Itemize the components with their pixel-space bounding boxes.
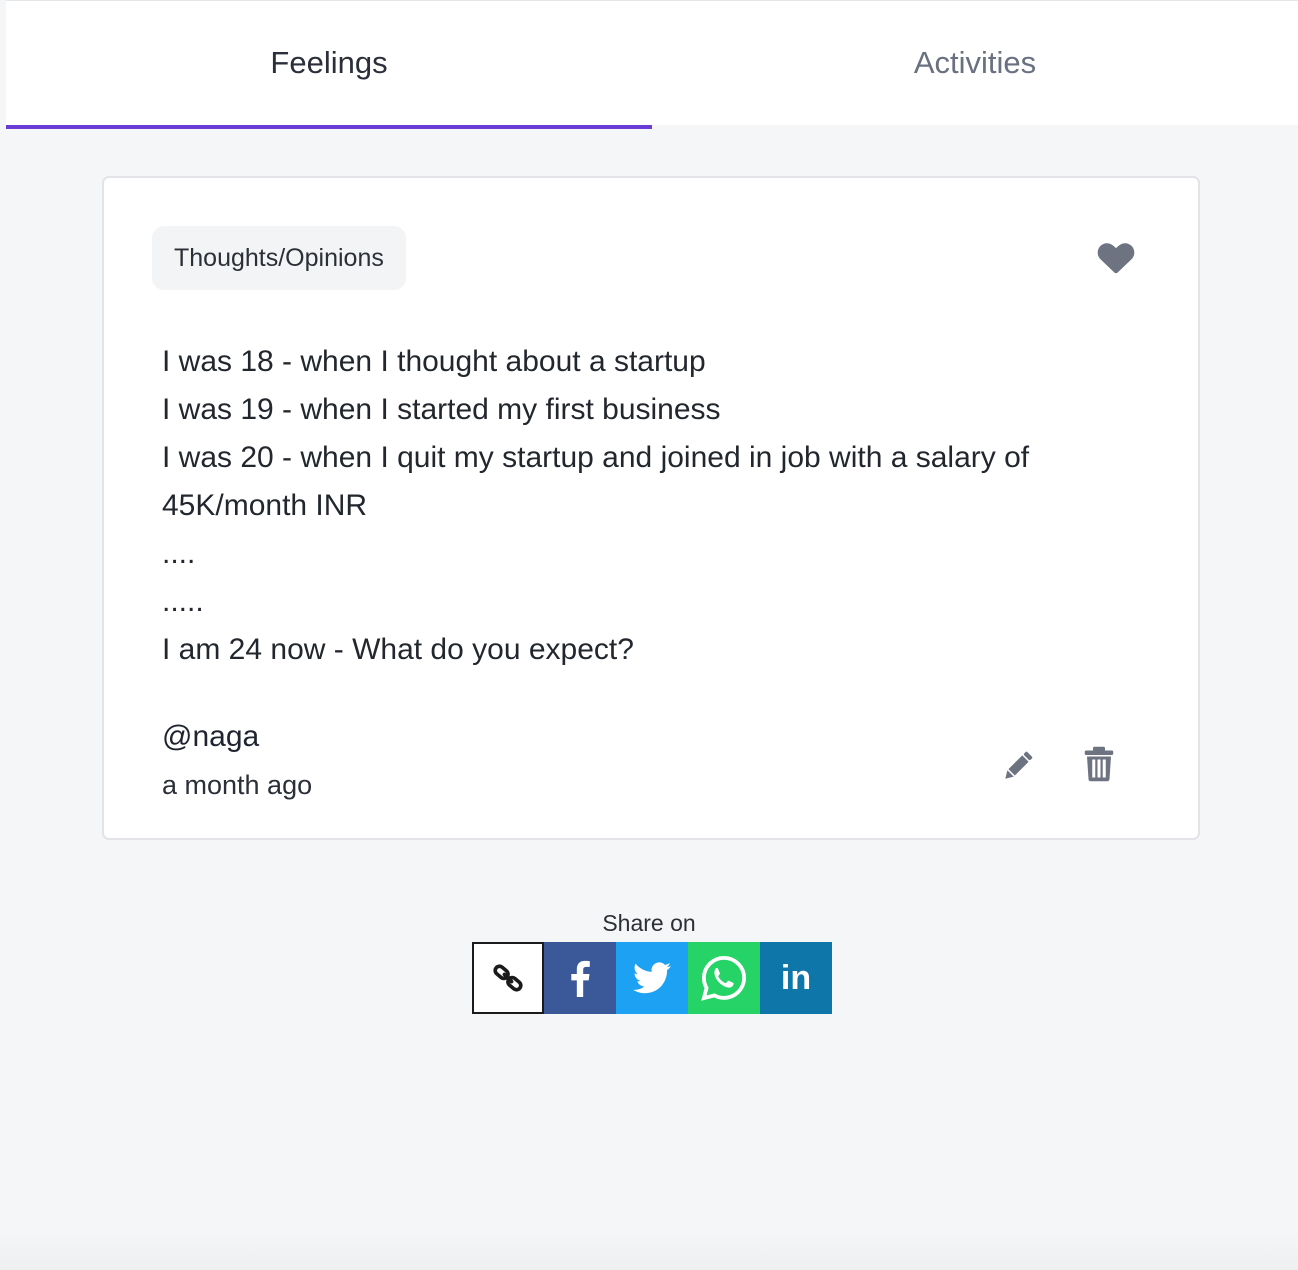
post-line: I was 18 - when I thought about a startu… bbox=[162, 345, 706, 378]
tab-bar: Feelings Activities bbox=[6, 0, 1298, 129]
post-line: I was 19 - when I started my first busin… bbox=[162, 393, 721, 426]
tab-feelings[interactable]: Feelings bbox=[6, 1, 652, 129]
twitter-icon bbox=[633, 962, 671, 994]
post-line: ..... bbox=[162, 585, 204, 618]
copy-link-button[interactable] bbox=[472, 942, 544, 1014]
twitter-share-button[interactable] bbox=[616, 942, 688, 1014]
share-buttons: in bbox=[472, 942, 832, 1014]
facebook-share-button[interactable] bbox=[544, 942, 616, 1014]
pencil-icon[interactable] bbox=[1000, 748, 1036, 784]
author-handle[interactable]: @naga bbox=[162, 720, 259, 754]
link-icon bbox=[493, 964, 523, 992]
trash-icon[interactable] bbox=[1084, 746, 1114, 782]
post-timestamp: a month ago bbox=[162, 770, 313, 800]
share-label: Share on bbox=[602, 910, 696, 936]
post-line: I was 20 - when I quit my startup and jo… bbox=[162, 441, 1030, 474]
post-content: I was 18 - when I thought about a startu… bbox=[162, 338, 1142, 674]
tab-activities[interactable]: Activities bbox=[652, 1, 1298, 125]
post-line: I am 24 now - What do you expect? bbox=[162, 633, 634, 666]
linkedin-icon: in bbox=[780, 958, 812, 997]
linkedin-share-button[interactable]: in bbox=[760, 942, 832, 1014]
post-card: Thoughts/Opinions I was 18 - when I thou… bbox=[102, 176, 1200, 840]
post-line: 45K/month INR bbox=[162, 489, 368, 522]
whatsapp-icon bbox=[701, 955, 747, 1001]
heart-icon[interactable] bbox=[1096, 238, 1136, 274]
post-line: .... bbox=[162, 537, 196, 570]
facebook-icon bbox=[571, 960, 590, 997]
whatsapp-share-button[interactable] bbox=[688, 942, 760, 1014]
category-tag: Thoughts/Opinions bbox=[152, 226, 406, 290]
bottom-edge bbox=[0, 1230, 1298, 1270]
